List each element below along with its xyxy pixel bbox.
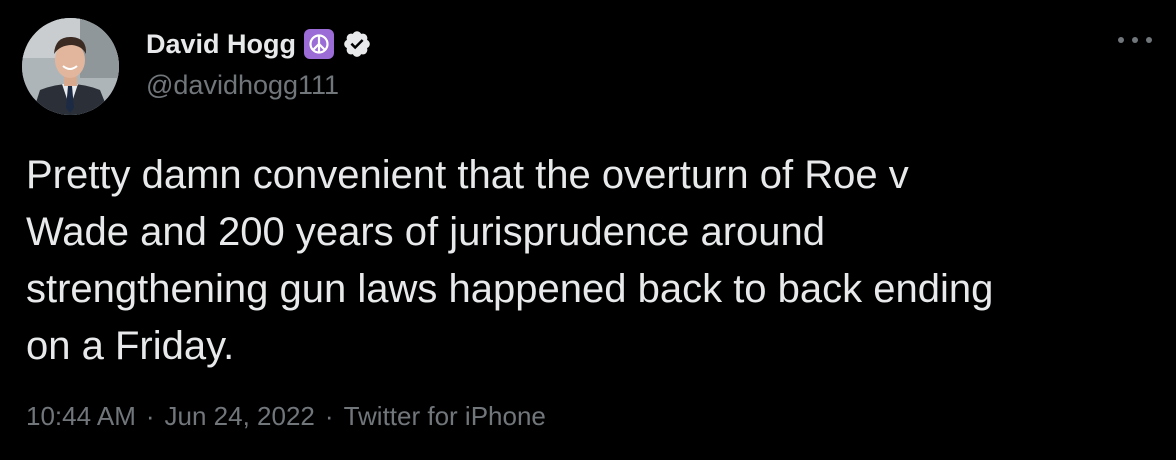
tweet-card: David Hogg @davidhogg111 Pretty damn con… xyxy=(0,0,1176,460)
author-handle[interactable]: @davidhogg111 xyxy=(146,70,339,101)
verified-badge-icon xyxy=(342,29,372,59)
tweet-text: Pretty damn convenient that the overturn… xyxy=(26,153,994,368)
tweet-metadata: 10:44 AM · Jun 24, 2022 · Twitter for iP… xyxy=(26,401,546,432)
meta-separator: · xyxy=(145,401,155,431)
tweet-source[interactable]: Twitter for iPhone xyxy=(344,401,546,432)
author-name-row: David Hogg xyxy=(146,26,372,62)
more-options-icon[interactable] xyxy=(1118,30,1152,50)
tweet-time[interactable]: 10:44 AM xyxy=(26,401,136,432)
avatar[interactable] xyxy=(22,18,119,115)
tweet-date[interactable]: Jun 24, 2022 xyxy=(165,401,315,432)
author-display-name[interactable]: David Hogg xyxy=(146,29,296,60)
avatar-photo xyxy=(22,18,119,115)
meta-separator: · xyxy=(324,401,334,431)
peace-symbol-icon xyxy=(304,29,335,59)
